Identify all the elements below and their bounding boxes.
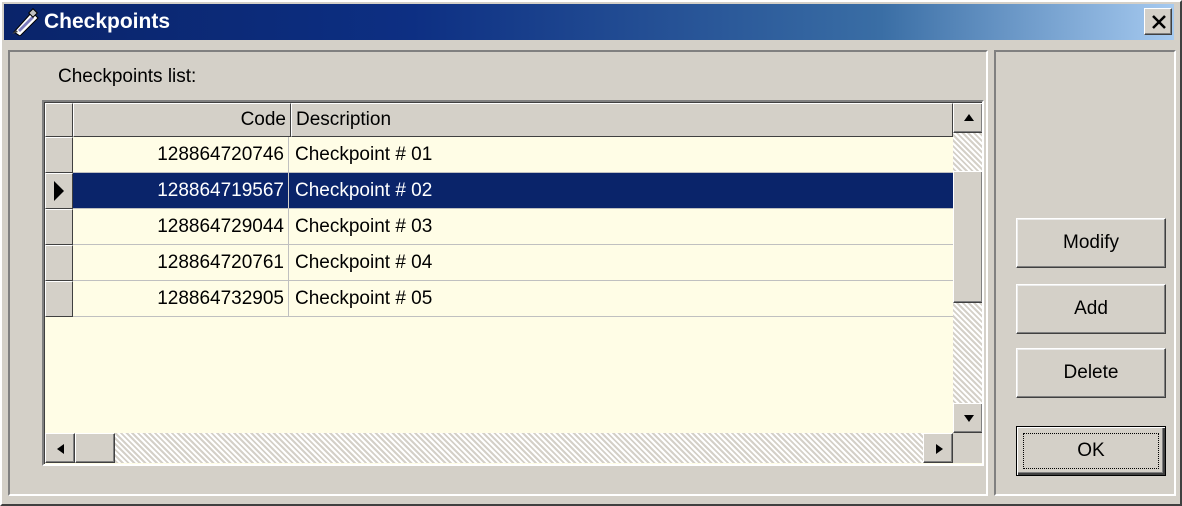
close-icon	[1152, 15, 1166, 29]
table-row[interactable]: 128864720746 Checkpoint # 01	[73, 137, 953, 173]
cell-code: 128864732905	[73, 281, 289, 316]
table-row[interactable]: 128864732905 Checkpoint # 05	[73, 281, 953, 317]
cell-code: 128864719567	[73, 173, 289, 208]
scroll-right-icon	[936, 444, 943, 454]
cell-code: 128864720761	[73, 245, 289, 280]
table-row[interactable]: 128864720761 Checkpoint # 04	[73, 245, 953, 281]
title-bar[interactable]: Checkpoints	[4, 4, 1174, 40]
cell-description: Checkpoint # 02	[295, 180, 433, 201]
scroll-down-button[interactable]	[953, 403, 982, 433]
table-row-selected[interactable]: 128864719567 Checkpoint # 02	[73, 173, 953, 209]
scroll-corner	[953, 433, 982, 463]
column-header-code[interactable]: Code	[73, 103, 291, 137]
scroll-up-button[interactable]	[953, 103, 982, 133]
row-indicator[interactable]	[45, 173, 73, 209]
checkpoints-grid[interactable]: Code Description 128864720746 Checkpoint…	[42, 100, 984, 466]
window-title: Checkpoints	[44, 10, 171, 33]
row-indicator[interactable]	[45, 245, 73, 281]
app-icon	[10, 8, 40, 37]
cell-code: 128864729044	[73, 209, 289, 244]
cell-code: 128864720746	[73, 137, 289, 172]
cell-description: Checkpoint # 05	[295, 288, 433, 309]
cell-description: Checkpoint # 04	[295, 252, 433, 273]
horizontal-scrollbar[interactable]	[45, 433, 953, 463]
vertical-scroll-thumb[interactable]	[953, 171, 982, 303]
add-button[interactable]: Add	[1016, 284, 1166, 334]
row-indicator[interactable]	[45, 137, 73, 173]
scroll-left-button[interactable]	[45, 433, 75, 463]
scroll-right-button[interactable]	[923, 433, 953, 463]
delete-button[interactable]: Delete	[1016, 348, 1166, 398]
row-indicator[interactable]	[45, 209, 73, 245]
cell-description: Checkpoint # 01	[295, 144, 433, 165]
modify-button[interactable]: Modify	[1016, 218, 1166, 268]
horizontal-scroll-thumb[interactable]	[75, 433, 115, 463]
table-row[interactable]: 128864729044 Checkpoint # 03	[73, 209, 953, 245]
scroll-up-icon	[964, 114, 974, 121]
cell-description: Checkpoint # 03	[295, 216, 433, 237]
checkpoints-list-label: Checkpoints list:	[58, 66, 197, 87]
header-indicator-cell	[45, 103, 73, 137]
row-indicator[interactable]	[45, 281, 73, 317]
scroll-down-icon	[964, 415, 974, 422]
row-pointer-icon	[54, 181, 64, 201]
vertical-scrollbar[interactable]	[953, 103, 982, 433]
scroll-left-icon	[57, 444, 64, 454]
focus-rectangle	[1023, 433, 1159, 469]
ok-button[interactable]: OK	[1016, 426, 1166, 476]
close-button[interactable]	[1144, 8, 1172, 35]
column-header-description[interactable]: Description	[291, 103, 953, 137]
